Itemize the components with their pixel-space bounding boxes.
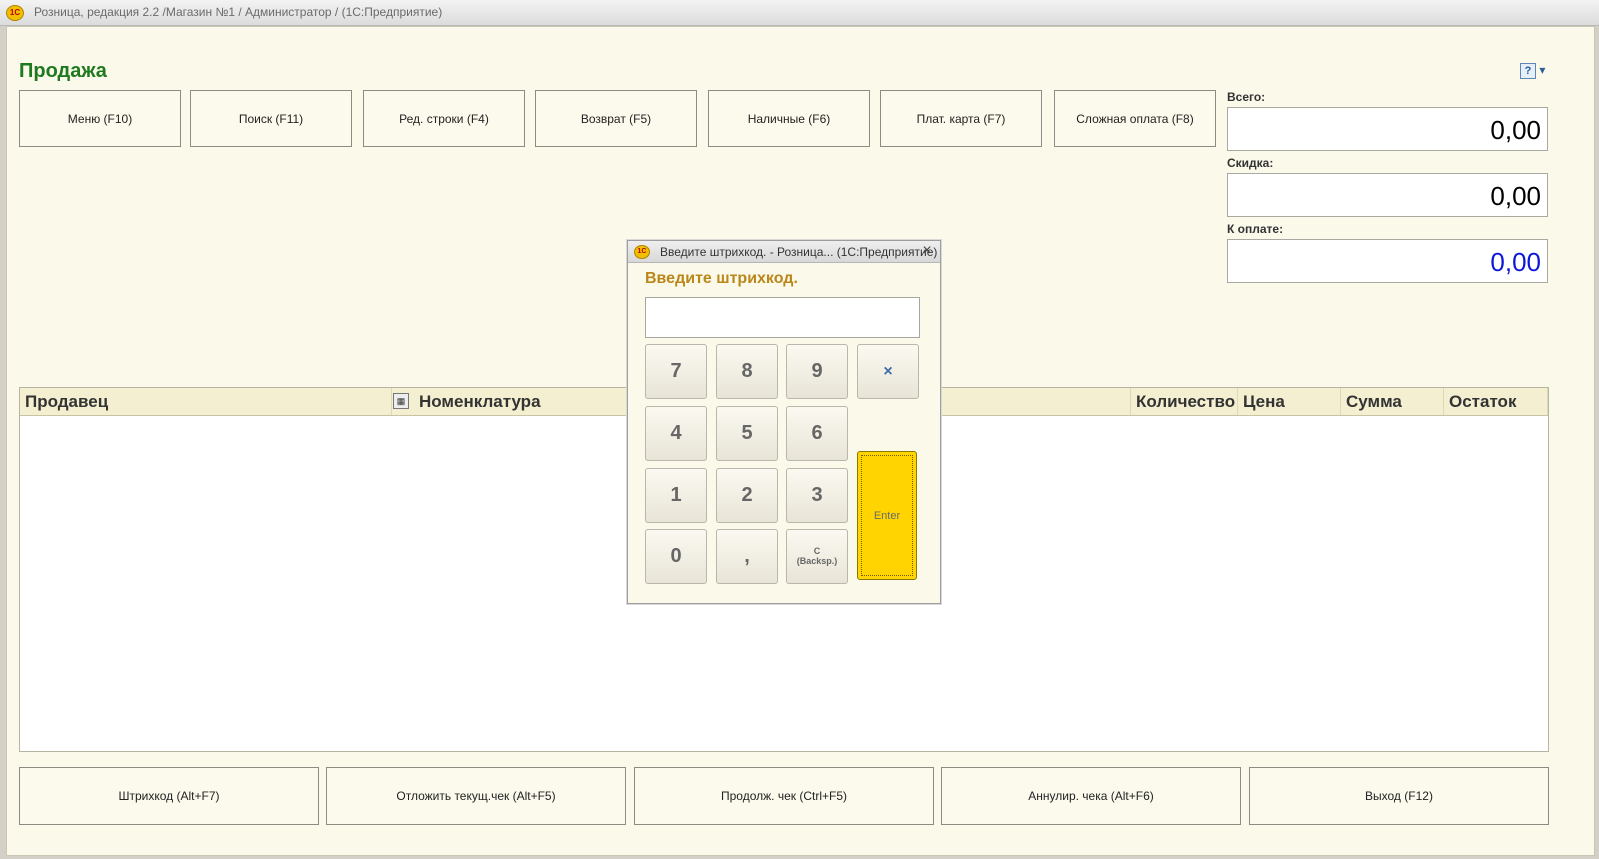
key-9[interactable]: 9 [786,344,848,399]
postpone-check-button[interactable]: Отложить текущ.чек (Alt+F5) [326,767,626,825]
total-field: 0,00 [1227,107,1548,151]
window-titlebar: 1С Розница, редакция 2.2 /Магазин №1 / А… [0,0,1599,26]
help-dropdown-icon: ▾ [1539,63,1546,77]
clear-key[interactable]: × [857,344,919,399]
key-0[interactable]: 0 [645,529,707,584]
dialog-titlebar: 1С Введите штрихкод. - Розница... (1С:Пр… [628,241,940,263]
barcode-dialog: 1С Введите штрихкод. - Розница... (1С:Пр… [627,240,941,604]
column-price[interactable]: Цена [1238,388,1341,415]
dialog-heading: Введите штрихкод. [645,270,798,287]
column-remainder[interactable]: Остаток [1444,388,1548,415]
1c-app-icon: 1С [6,5,24,21]
cancel-check-button[interactable]: Аннулир. чека (Alt+F6) [941,767,1241,825]
barcode-button[interactable]: Штрихкод (Alt+F7) [19,767,319,825]
exit-button[interactable]: Выход (F12) [1249,767,1549,825]
window-title: Розница, редакция 2.2 /Магазин №1 / Адми… [34,5,443,19]
key-4[interactable]: 4 [645,406,707,461]
continue-check-button[interactable]: Продолж. чек (Ctrl+F5) [634,767,934,825]
column-sum[interactable]: Сумма [1341,388,1444,415]
discount-label: Скидка: [1227,156,1274,170]
key-3[interactable]: 3 [786,468,848,523]
key-2[interactable]: 2 [716,468,778,523]
column-seller[interactable]: Продавец [20,388,392,415]
total-label: Всего: [1227,90,1266,104]
pay-field: 0,00 [1227,239,1548,283]
key-6[interactable]: 6 [786,406,848,461]
backspace-key-line2: (Backsp.) [796,555,838,566]
barcode-input[interactable] [645,297,920,338]
key-comma[interactable]: , [716,529,778,584]
close-icon[interactable]: × [919,243,935,259]
pay-label: К оплате: [1227,222,1284,236]
key-8[interactable]: 8 [716,344,778,399]
key-1[interactable]: 1 [645,468,707,523]
backspace-key[interactable]: C (Backsp.) [786,529,848,584]
column-settings-icon[interactable]: ▦ [393,393,409,409]
edit-row-button[interactable]: Ред. строки (F4) [363,90,525,147]
help-icon[interactable]: ? ▾ [1520,63,1548,81]
discount-field: 0,00 [1227,173,1548,217]
help-question-icon: ? [1520,63,1536,79]
1c-dialog-icon: 1С [634,245,650,259]
cash-button[interactable]: Наличные (F6) [708,90,870,147]
menu-button[interactable]: Меню (F10) [19,90,181,147]
key-7[interactable]: 7 [645,344,707,399]
enter-key[interactable]: Enter [857,451,917,580]
complex-payment-button[interactable]: Сложная оплата (F8) [1054,90,1216,147]
column-quantity[interactable]: Количество [1131,388,1238,415]
dialog-title: Введите штрихкод. - Розница... (1С:Предп… [660,245,938,259]
search-button[interactable]: Поиск (F11) [190,90,352,147]
return-button[interactable]: Возврат (F5) [535,90,697,147]
key-5[interactable]: 5 [716,406,778,461]
card-payment-button[interactable]: Плат. карта (F7) [880,90,1042,147]
page-title: Продажа [19,60,107,82]
